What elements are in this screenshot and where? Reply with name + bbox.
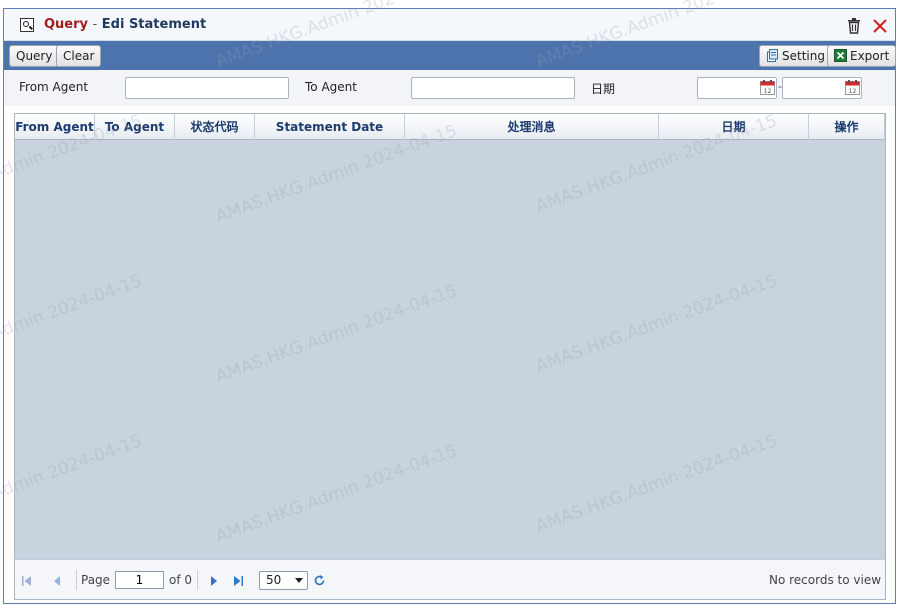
filter-bar: From Agent To Agent 日期 12 - 12 [4, 70, 895, 106]
grid-body [15, 140, 885, 559]
pager: Page of 0 50 No records to view [15, 559, 885, 599]
export-label: Export [850, 49, 890, 63]
calendar-icon[interactable]: 12 [845, 80, 860, 95]
query-button[interactable]: Query [9, 45, 60, 67]
column-header-status-code[interactable]: 状态代码 [175, 114, 255, 140]
svg-text:12: 12 [764, 88, 772, 95]
toolbar: Query Clear Setting Export [4, 41, 897, 70]
document-icon [767, 49, 778, 62]
pager-divider [197, 570, 198, 590]
window-title: Query - Edi Statement [44, 17, 207, 32]
trash-icon[interactable] [847, 18, 861, 34]
grid-header: From Agent To Agent 状态代码 Statement Date … [15, 114, 885, 140]
page-count-label: of 0 [169, 573, 193, 587]
magnifier-icon [20, 18, 34, 32]
page-number-input[interactable] [115, 571, 164, 589]
excel-icon [834, 49, 847, 62]
page-size-select[interactable]: 50 [259, 571, 308, 590]
edi-statement-window: Query - Edi Statement Query Clear Settin… [0, 0, 897, 604]
to-agent-label: To Agent [305, 80, 357, 94]
chevron-down-icon [295, 578, 303, 583]
calendar-icon[interactable]: 12 [760, 80, 775, 95]
column-header-to-agent[interactable]: To Agent [95, 114, 175, 140]
to-agent-input[interactable] [411, 77, 575, 99]
clear-button[interactable]: Clear [56, 45, 102, 67]
results-grid: From Agent To Agent 状态代码 Statement Date … [14, 113, 886, 600]
column-header-processing-message[interactable]: 处理消息 [405, 114, 659, 140]
next-page-icon[interactable] [208, 575, 220, 587]
page-size-value: 50 [266, 573, 282, 587]
from-agent-label: From Agent [19, 80, 89, 94]
records-status: No records to view [769, 573, 882, 587]
previous-page-icon[interactable] [51, 575, 63, 587]
setting-label: Setting [782, 49, 825, 63]
date-label: 日期 [591, 82, 616, 96]
column-header-actions[interactable]: 操作 [809, 114, 885, 140]
last-page-icon[interactable] [232, 575, 244, 587]
setting-button[interactable]: Setting [759, 45, 832, 67]
page-label: Page [81, 573, 111, 587]
column-header-from-agent[interactable]: From Agent [15, 114, 95, 140]
column-header-date[interactable]: 日期 [659, 114, 809, 140]
refresh-icon[interactable] [313, 574, 326, 587]
column-header-statement-date[interactable]: Statement Date [255, 114, 405, 140]
title-bar: Query - Edi Statement [4, 9, 895, 41]
export-button[interactable]: Export [827, 45, 897, 67]
svg-text:12: 12 [849, 88, 857, 95]
close-icon[interactable] [872, 18, 888, 34]
from-agent-input[interactable] [125, 77, 289, 99]
first-page-icon[interactable] [21, 575, 33, 587]
pager-divider [76, 570, 77, 590]
